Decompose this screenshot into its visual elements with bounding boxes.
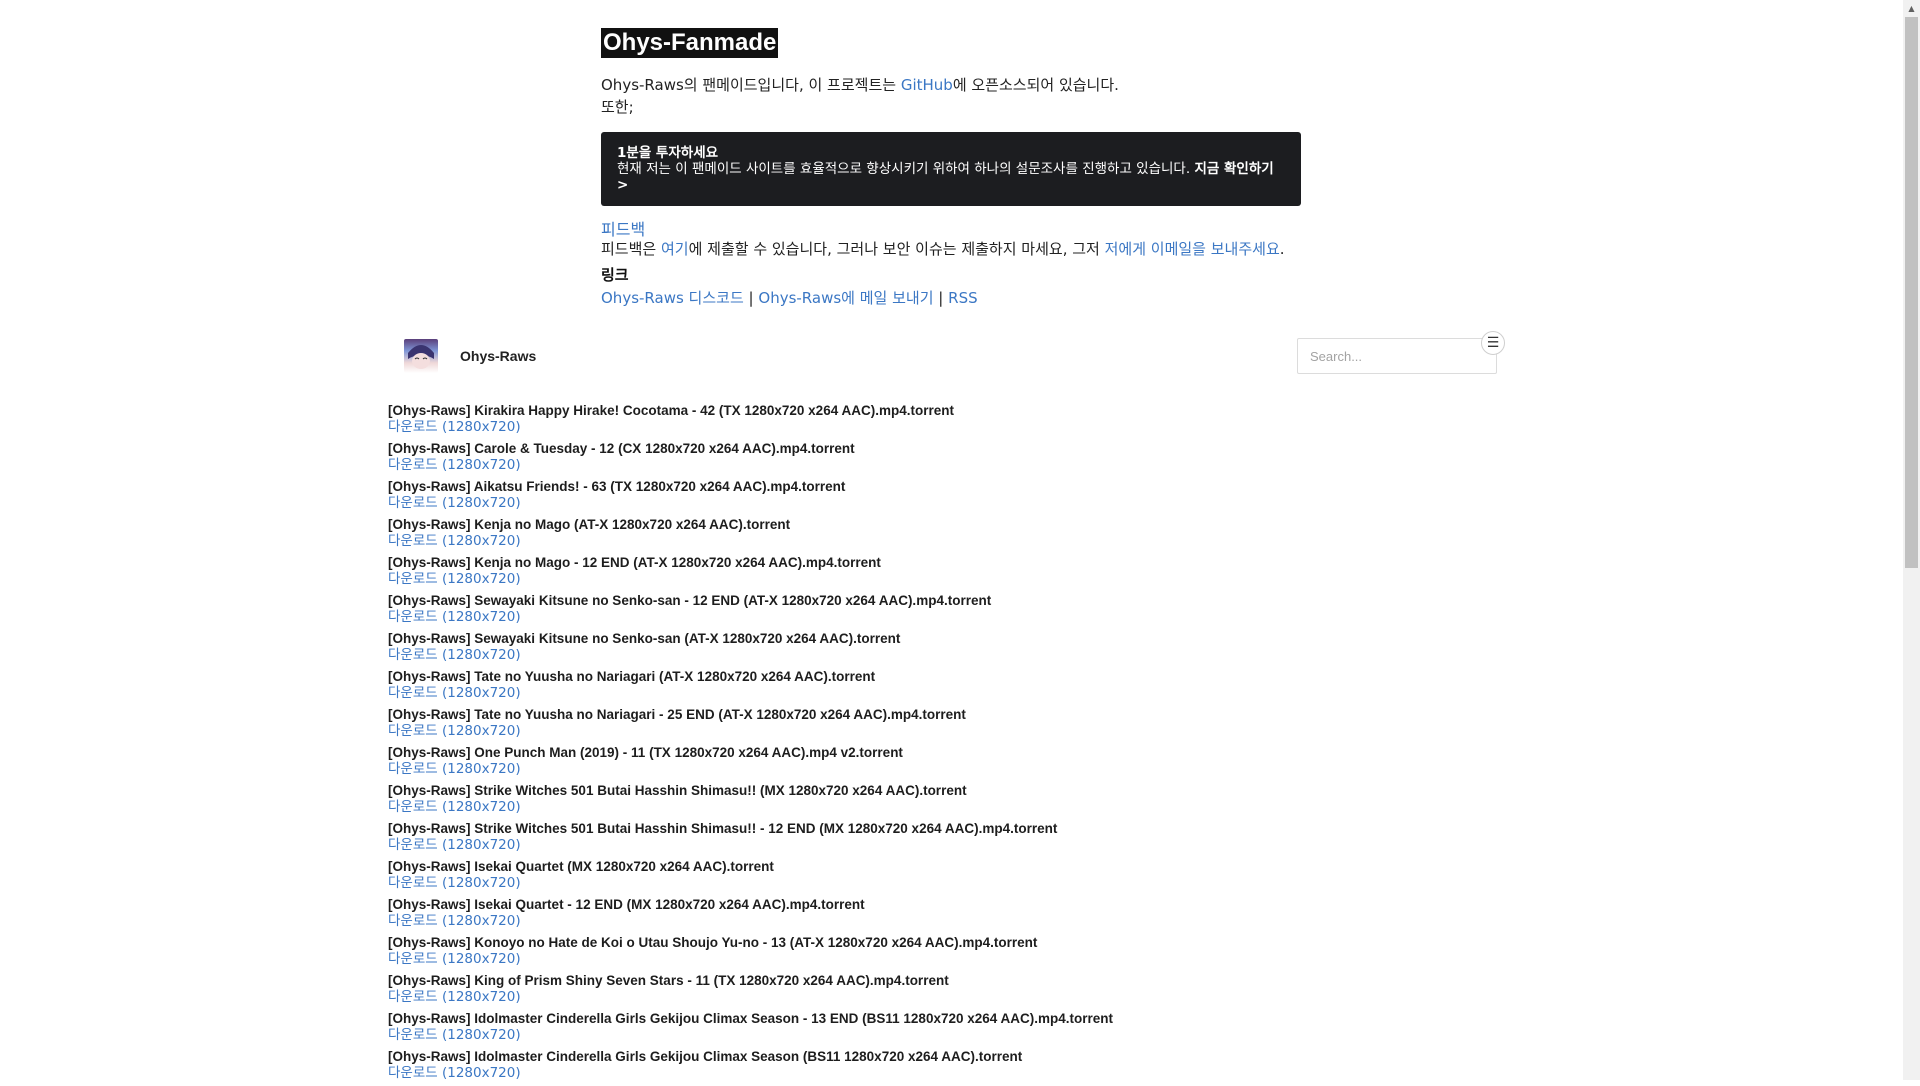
download-link[interactable]: 다운로드 (1280x720) bbox=[388, 1027, 1488, 1043]
github-link[interactable]: GitHub bbox=[901, 76, 953, 94]
torrent-item: [Ohys-Raws] Tate no Yuusha no Nariagari … bbox=[388, 706, 1488, 744]
search-input[interactable] bbox=[1297, 338, 1497, 374]
torrent-item: [Ohys-Raws] Strike Witches 501 Butai Has… bbox=[388, 820, 1488, 858]
survey-title: 1분을 투자하세요 bbox=[617, 145, 719, 161]
profile-name[interactable]: Ohys-Raws bbox=[460, 348, 536, 364]
torrent-title: [Ohys-Raws] Sewayaki Kitsune no Senko-sa… bbox=[388, 593, 992, 608]
torrent-item: [Ohys-Raws] Kirakira Happy Hirake! Cocot… bbox=[388, 402, 1488, 440]
torrent-title: [Ohys-Raws] Kirakira Happy Hirake! Cocot… bbox=[388, 403, 954, 418]
link-separator: | bbox=[748, 289, 754, 307]
torrent-item: [Ohys-Raws] Kenja no Mago - 12 END (AT-X… bbox=[388, 554, 1488, 592]
torrent-item: [Ohys-Raws] Isekai Quartet (MX 1280x720 … bbox=[388, 858, 1488, 896]
avatar bbox=[404, 339, 438, 373]
torrent-list: [Ohys-Raws] Kirakira Happy Hirake! Cocot… bbox=[388, 402, 1488, 1086]
feedback-here-link[interactable]: 여기 bbox=[661, 240, 689, 258]
torrent-item: [Ohys-Raws] King of Prism Shiny Seven St… bbox=[388, 972, 1488, 1010]
torrent-item: [Ohys-Raws] Idolmaster Cinderella Girls … bbox=[388, 1010, 1488, 1048]
torrent-title: [Ohys-Raws] Konoyo no Hate de Koi o Utau… bbox=[388, 935, 1038, 950]
scroll-up-arrow-icon[interactable]: ▲ bbox=[1905, 2, 1918, 15]
torrent-title: [Ohys-Raws] Tate no Yuusha no Nariagari … bbox=[388, 707, 966, 722]
feedback-prefix: 피드백은 bbox=[601, 240, 661, 258]
scrollbar-thumb[interactable] bbox=[1905, 17, 1918, 568]
download-link[interactable]: 다운로드 (1280x720) bbox=[388, 723, 1488, 739]
feedback-middle: 에 제출할 수 있습니다, 그러나 보안 이슈는 제출하지 마세요, 그저 bbox=[688, 240, 1105, 258]
torrent-item: [Ohys-Raws] Aikatsu Friends! - 63 (TX 12… bbox=[388, 478, 1488, 516]
download-link[interactable]: 다운로드 (1280x720) bbox=[388, 457, 1488, 473]
download-link[interactable]: 다운로드 (1280x720) bbox=[388, 533, 1488, 549]
feedback-text: 피드백은 여기에 제출할 수 있습니다, 그러나 보안 이슈는 제출하지 마세요… bbox=[601, 240, 1301, 259]
links-row: Ohys-Raws 디스코드 | Ohys-Raws에 메일 보내기 | RSS bbox=[601, 287, 1301, 309]
avatar-image bbox=[408, 345, 434, 369]
email-me-link[interactable]: 저에게 이메일을 보내주세요 bbox=[1105, 240, 1280, 258]
intro-text-suffix: 에 오픈소스되어 있습니다. bbox=[952, 76, 1119, 94]
download-link[interactable]: 다운로드 (1280x720) bbox=[388, 951, 1488, 967]
download-link[interactable]: 다운로드 (1280x720) bbox=[388, 419, 1488, 435]
download-link[interactable]: 다운로드 (1280x720) bbox=[388, 875, 1488, 891]
torrent-title: [Ohys-Raws] Carole & Tuesday - 12 (CX 12… bbox=[388, 441, 855, 456]
torrent-title: [Ohys-Raws] Aikatsu Friends! - 63 (TX 12… bbox=[388, 479, 846, 494]
survey-text: 현재 저는 이 팬메이드 사이트를 효율적으로 향상시키기 위하여 하나의 설문… bbox=[617, 161, 1191, 177]
torrent-title: [Ohys-Raws] Isekai Quartet (MX 1280x720 … bbox=[388, 859, 774, 874]
header: Ohys-Fanmade Ohys-Raws의 팬메이드입니다, 이 프로젝트는… bbox=[601, 28, 1301, 309]
intro-line-2: 또한; bbox=[601, 98, 634, 116]
download-link[interactable]: 다운로드 (1280x720) bbox=[388, 1065, 1488, 1081]
profile: Ohys-Raws bbox=[404, 339, 536, 373]
rss-link[interactable]: RSS bbox=[948, 289, 977, 307]
feedback-suffix: . bbox=[1279, 240, 1285, 258]
download-link[interactable]: 다운로드 (1280x720) bbox=[388, 685, 1488, 701]
torrent-title: [Ohys-Raws] Idolmaster Cinderella Girls … bbox=[388, 1049, 1023, 1064]
intro-text-prefix: Ohys-Raws의 팬메이드입니다, 이 프로젝트는 bbox=[601, 76, 901, 94]
torrent-item: [Ohys-Raws] Kenja no Mago (AT-X 1280x720… bbox=[388, 516, 1488, 554]
torrent-title: [Ohys-Raws] Strike Witches 501 Butai Has… bbox=[388, 783, 967, 798]
torrent-title: [Ohys-Raws] Isekai Quartet - 12 END (MX … bbox=[388, 897, 865, 912]
torrent-item: [Ohys-Raws] Idolmaster Cinderella Girls … bbox=[388, 1048, 1488, 1086]
download-link[interactable]: 다운로드 (1280x720) bbox=[388, 913, 1488, 929]
feedback-heading: 피드백 bbox=[601, 220, 646, 239]
mail-link[interactable]: Ohys-Raws에 메일 보내기 bbox=[758, 289, 933, 307]
download-link[interactable]: 다운로드 (1280x720) bbox=[388, 609, 1488, 625]
torrent-title: [Ohys-Raws] Kenja no Mago - 12 END (AT-X… bbox=[388, 555, 881, 570]
torrent-item: [Ohys-Raws] One Punch Man (2019) - 11 (T… bbox=[388, 744, 1488, 782]
download-link[interactable]: 다운로드 (1280x720) bbox=[388, 647, 1488, 663]
torrent-title: [Ohys-Raws] Idolmaster Cinderella Girls … bbox=[388, 1011, 1114, 1026]
torrent-item: [Ohys-Raws] Sewayaki Kitsune no Senko-sa… bbox=[388, 630, 1488, 668]
torrent-item: [Ohys-Raws] Tate no Yuusha no Nariagari … bbox=[388, 668, 1488, 706]
torrent-title: [Ohys-Raws] Tate no Yuusha no Nariagari … bbox=[388, 669, 876, 684]
torrent-title: [Ohys-Raws] One Punch Man (2019) - 11 (T… bbox=[388, 745, 903, 760]
hamburger-menu-icon: ☰ bbox=[1486, 335, 1500, 351]
torrent-title: [Ohys-Raws] King of Prism Shiny Seven St… bbox=[388, 973, 949, 988]
torrent-item: [Ohys-Raws] Sewayaki Kitsune no Senko-sa… bbox=[388, 592, 1488, 630]
torrent-item: [Ohys-Raws] Isekai Quartet - 12 END (MX … bbox=[388, 896, 1488, 934]
torrent-title: [Ohys-Raws] Sewayaki Kitsune no Senko-sa… bbox=[388, 631, 901, 646]
discord-link[interactable]: Ohys-Raws 디스코드 bbox=[601, 289, 744, 307]
survey-banner: 1분을 투자하세요 현재 저는 이 팬메이드 사이트를 효율적으로 향상시키기 … bbox=[601, 132, 1301, 206]
download-link[interactable]: 다운로드 (1280x720) bbox=[388, 989, 1488, 1005]
torrent-item: [Ohys-Raws] Carole & Tuesday - 12 (CX 12… bbox=[388, 440, 1488, 478]
download-link[interactable]: 다운로드 (1280x720) bbox=[388, 761, 1488, 777]
download-link[interactable]: 다운로드 (1280x720) bbox=[388, 837, 1488, 853]
torrent-title: [Ohys-Raws] Kenja no Mago (AT-X 1280x720… bbox=[388, 517, 791, 532]
intro: Ohys-Raws의 팬메이드입니다, 이 프로젝트는 GitHub에 오픈소스… bbox=[601, 74, 1301, 118]
link-separator: | bbox=[938, 289, 944, 307]
torrent-title: [Ohys-Raws] Strike Witches 501 Butai Has… bbox=[388, 821, 1058, 836]
torrent-item: [Ohys-Raws] Strike Witches 501 Butai Has… bbox=[388, 782, 1488, 820]
site-title: Ohys-Fanmade bbox=[601, 28, 779, 58]
menu-button[interactable]: ☰ bbox=[1481, 331, 1505, 355]
links-heading: 링크 bbox=[601, 266, 629, 284]
download-link[interactable]: 다운로드 (1280x720) bbox=[388, 799, 1488, 815]
download-link[interactable]: 다운로드 (1280x720) bbox=[388, 571, 1488, 587]
download-link[interactable]: 다운로드 (1280x720) bbox=[388, 495, 1488, 511]
intro-line-1: Ohys-Raws의 팬메이드입니다, 이 프로젝트는 GitHub에 오픈소스… bbox=[601, 74, 1301, 96]
torrent-item: [Ohys-Raws] Konoyo no Hate de Koi o Utau… bbox=[388, 934, 1488, 972]
